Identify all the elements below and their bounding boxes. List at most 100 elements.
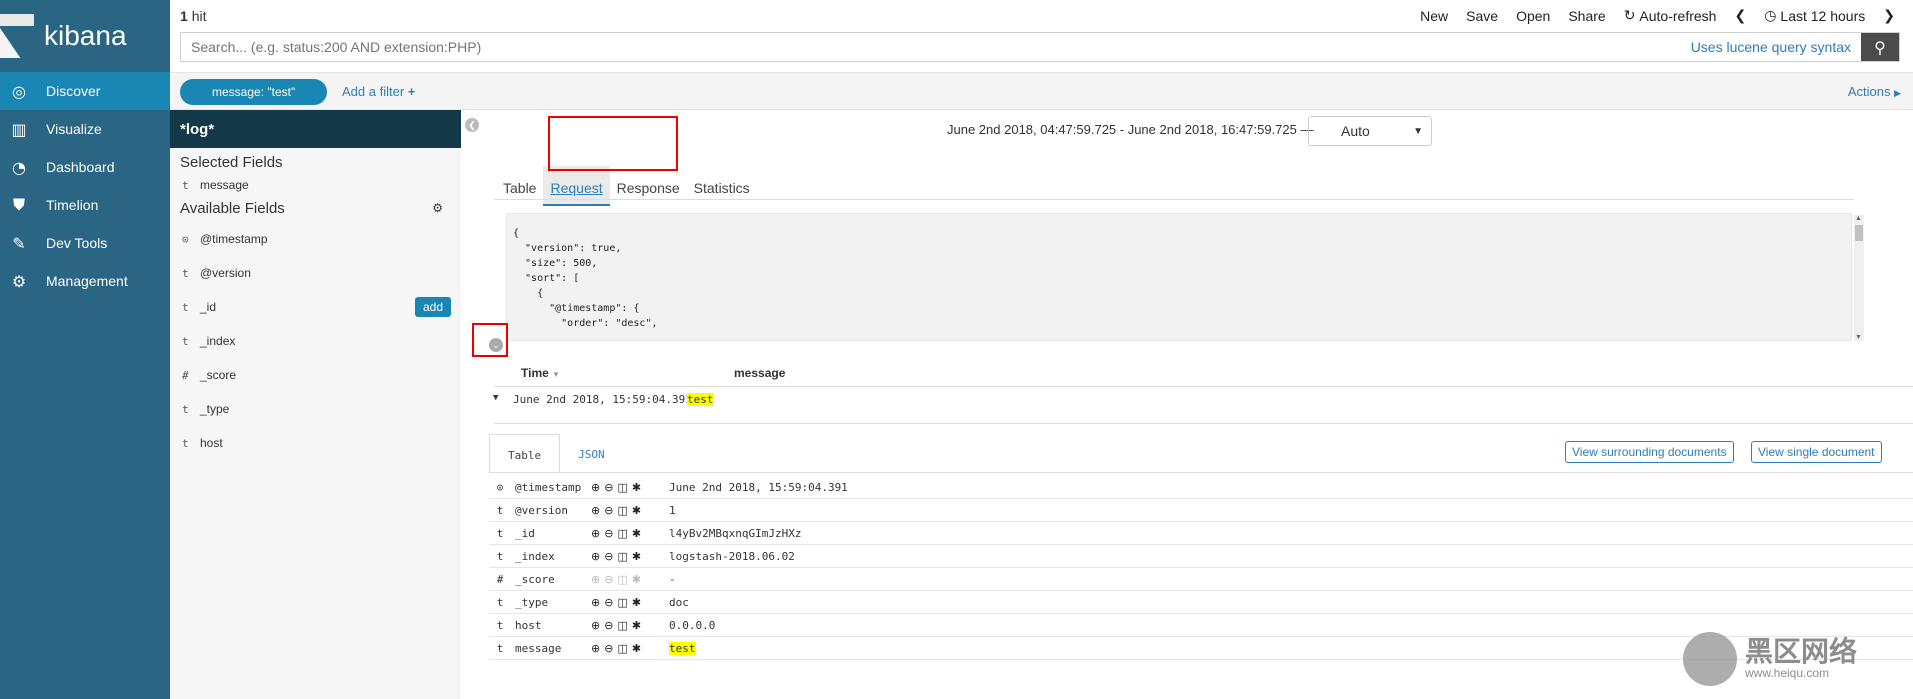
interval-select[interactable]: Auto ▼ (1308, 116, 1432, 146)
zoom-out-icon[interactable]: ⊖ (604, 527, 613, 540)
scroll-down-icon: ▼ (1855, 334, 1862, 341)
zoom-out-icon[interactable]: ⊖ (604, 550, 613, 563)
field-type-icon: t (496, 618, 504, 632)
field-type-icon: t (182, 300, 189, 314)
field-item[interactable]: t _id add (170, 290, 461, 324)
sort-down-icon: ▼ (552, 370, 561, 379)
tab-table[interactable]: Table (496, 166, 543, 206)
toggle-column-icon[interactable]: ◫ (617, 619, 627, 632)
toggle-column-icon[interactable]: ◫ (617, 550, 627, 563)
compass-icon: ◎ (12, 81, 26, 101)
collapse-sidebar-button[interactable]: ❮ (465, 118, 479, 132)
watermark-text: 黑区网络 (1745, 636, 1858, 667)
code-scrollbar[interactable]: ▲ ▼ (1854, 215, 1864, 341)
doc-field-row: t _type ⊕ ⊖ ◫ ✱ doc (489, 591, 1913, 614)
tab-doc-json[interactable]: JSON (560, 434, 623, 473)
time-back-button[interactable]: ❮ (1734, 8, 1746, 24)
auto-refresh-button[interactable]: ↻ Auto-refresh (1624, 8, 1717, 24)
share-button[interactable]: Share (1568, 8, 1605, 24)
sidebar-item-dev-tools[interactable]: ✎ Dev Tools (0, 224, 170, 262)
field-type-icon: ⊙ (182, 232, 189, 246)
field-item[interactable]: t _type (170, 392, 461, 426)
star-icon[interactable]: ✱ (632, 596, 641, 609)
field-type-icon: t (182, 402, 189, 416)
star-icon[interactable]: ✱ (632, 642, 641, 655)
toggle-column-icon[interactable]: ◫ (617, 527, 627, 540)
view-single-button[interactable]: View single document (1751, 441, 1882, 463)
doc-field-row: # _score ⊕ ⊖ ◫ ✱ - (489, 568, 1913, 591)
zoom-in-icon[interactable]: ⊕ (591, 527, 600, 540)
sidebar-item-dashboard[interactable]: ◔ Dashboard (0, 148, 170, 186)
expand-row-icon[interactable]: ▼ (493, 393, 498, 403)
zoom-out-icon[interactable]: ⊖ (604, 596, 613, 609)
gear-icon[interactable]: ⚙ (432, 201, 443, 215)
tab-response[interactable]: Response (610, 166, 687, 206)
sidebar-item-visualize[interactable]: ▥ Visualize (0, 110, 170, 148)
star-icon[interactable]: ✱ (632, 619, 641, 632)
scroll-thumb[interactable] (1855, 225, 1863, 241)
sidebar-item-management[interactable]: ⚙ Management (0, 262, 170, 300)
add-field-button[interactable]: add (414, 297, 451, 317)
star-icon[interactable]: ✱ (632, 550, 641, 563)
field-name: message (200, 178, 249, 192)
time-forward-button[interactable]: ❯ (1883, 8, 1895, 24)
field-actions: ⊕ ⊖ ◫ ✱ (591, 527, 669, 540)
sidebar-item-timelion[interactable]: ⛊ Timelion (0, 186, 170, 224)
zoom-in-icon[interactable]: ⊕ (591, 642, 600, 655)
tab-statistics[interactable]: Statistics (687, 166, 757, 206)
zoom-in-icon[interactable]: ⊕ (591, 504, 600, 517)
request-code-block[interactable]: { "version": true, "size": 500, "sort": … (506, 213, 1852, 341)
tab-request[interactable]: Request (543, 166, 610, 206)
star-icon[interactable]: ✱ (632, 527, 641, 540)
zoom-in-icon[interactable]: ⊕ (591, 481, 600, 494)
column-time[interactable]: Time ▼ (521, 366, 560, 380)
field-type-icon: t (182, 266, 189, 280)
doc-field-row: t _id ⊕ ⊖ ◫ ✱ l4yBv2MBqxnqGImJzHXz (489, 522, 1913, 545)
field-item[interactable]: t _index (170, 324, 461, 358)
add-filter-link[interactable]: Add a filter + (342, 84, 415, 99)
view-surrounding-button[interactable]: View surrounding documents (1565, 441, 1734, 463)
row-time: June 2nd 2018, 15:59:04.391 (513, 393, 692, 406)
actions-link[interactable]: Actions ▶ (1848, 84, 1901, 99)
zoom-in-icon[interactable]: ⊕ (591, 596, 600, 609)
field-sidebar: *log* Selected Fields t message Available… (170, 110, 461, 699)
zoom-in-icon[interactable]: ⊕ (591, 550, 600, 563)
open-button[interactable]: Open (1516, 8, 1550, 24)
star-icon[interactable]: ✱ (632, 504, 641, 517)
time-picker-button[interactable]: ◷ Last 12 hours (1764, 8, 1865, 24)
zoom-out-icon[interactable]: ⊖ (604, 504, 613, 517)
zoom-out-icon[interactable]: ⊖ (604, 619, 613, 632)
column-message[interactable]: message (734, 366, 785, 380)
filter-pill[interactable]: message: "test" (180, 79, 328, 105)
toggle-column-icon[interactable]: ◫ (617, 642, 627, 655)
index-pattern-title[interactable]: *log* (170, 110, 461, 148)
field-item[interactable]: t @version (170, 256, 461, 290)
toggle-column-icon[interactable]: ◫ (617, 481, 627, 494)
bar-chart-icon: ▥ (11, 119, 27, 139)
actions-label: Actions (1847, 84, 1891, 99)
tab-doc-table[interactable]: Table (489, 434, 561, 473)
field-item[interactable]: t message (170, 176, 461, 194)
time-picker-label: Last 12 hours (1780, 8, 1866, 24)
toggle-column-icon[interactable]: ◫ (617, 596, 627, 609)
available-fields-heading: Available Fields ⚙ (170, 194, 461, 222)
field-item[interactable]: # _score (170, 358, 461, 392)
new-button[interactable]: New (1420, 8, 1448, 24)
zoom-out-icon[interactable]: ⊖ (604, 481, 613, 494)
search-button[interactable]: ⚲ (1861, 33, 1899, 61)
sidebar-item-discover[interactable]: ◎ Discover (0, 72, 170, 110)
caret-right-icon: ▶ (1894, 88, 1901, 98)
field-item[interactable]: ⊙ @timestamp (170, 222, 461, 256)
kibana-brand[interactable]: kibana (0, 0, 170, 72)
chevron-right-icon: ❯ (1883, 8, 1895, 24)
plus-icon: + (407, 84, 416, 99)
save-button[interactable]: Save (1466, 8, 1498, 24)
doc-field-value: doc (669, 595, 689, 609)
toggle-column-icon[interactable]: ◫ (617, 504, 627, 517)
star-icon[interactable]: ✱ (632, 481, 641, 494)
field-item[interactable]: t host (170, 426, 461, 460)
lucene-syntax-link[interactable]: Uses lucene query syntax (1691, 39, 1851, 55)
search-input[interactable] (181, 39, 1691, 55)
zoom-in-icon[interactable]: ⊕ (591, 619, 600, 632)
zoom-out-icon[interactable]: ⊖ (604, 642, 613, 655)
